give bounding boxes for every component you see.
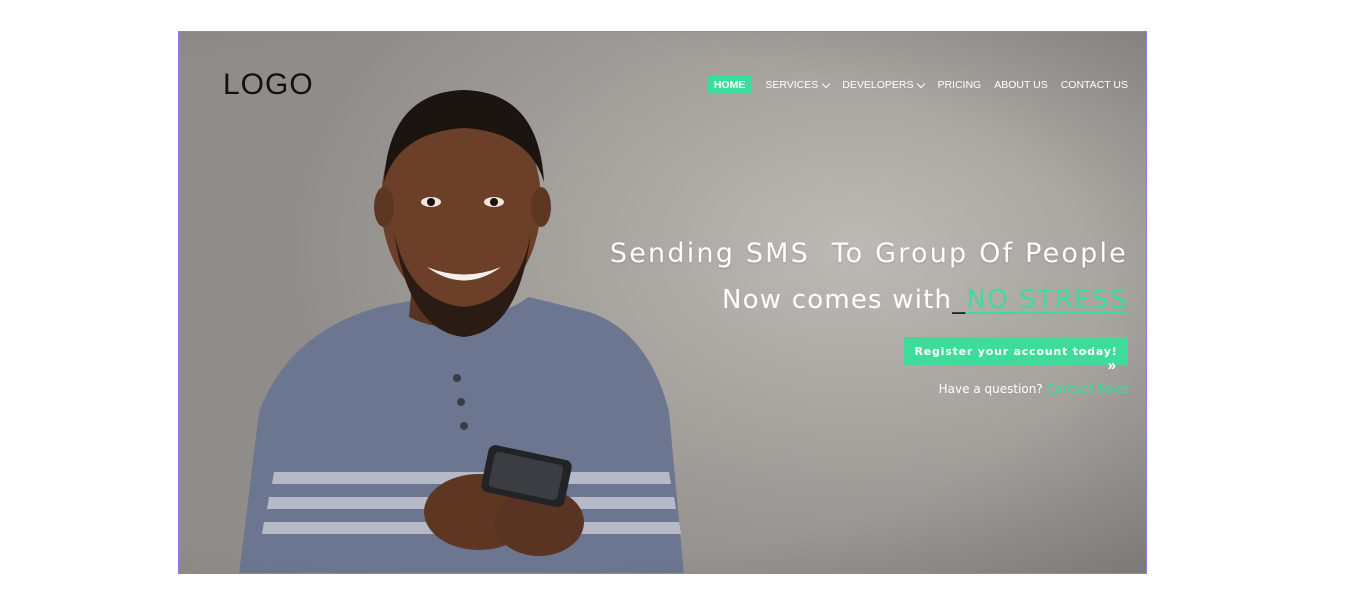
nav-item-about-us[interactable]: ABOUT US — [994, 79, 1047, 91]
chevron-down-icon — [822, 79, 831, 88]
contact-sales-link[interactable]: Contact Sales — [1047, 382, 1129, 396]
chevron-down-icon — [917, 79, 926, 88]
nav-item-label: SERVICES — [765, 79, 819, 91]
hero-subline: Now comes with_NO STRESS — [722, 285, 1128, 315]
hero-section: LOGO HOME SERVICES DEVELOPERS PRICING AB… — [178, 31, 1147, 574]
nav-item-label: DEVELOPERS — [842, 79, 914, 91]
hero-headline: Sending SMS To Group Of People — [609, 238, 1128, 269]
site-logo[interactable]: LOGO — [223, 68, 314, 102]
double-chevron-right-icon: » — [1107, 357, 1116, 374]
hero-subline-prefix: Now comes with — [722, 285, 953, 315]
nav-item-developers[interactable]: DEVELOPERS — [842, 79, 926, 91]
hero-subline-underscore: _ — [952, 285, 967, 315]
hero-highlight: NO STRESS — [966, 285, 1128, 315]
main-nav: HOME SERVICES DEVELOPERS PRICING ABOUT U… — [706, 76, 1128, 94]
question-text: Have a question? — [938, 382, 1043, 396]
register-button[interactable]: Register your account today! — [904, 337, 1128, 365]
nav-item-services[interactable]: SERVICES — [765, 79, 831, 91]
contact-prompt: Have a question? Contact Sales — [939, 382, 1129, 396]
nav-item-home[interactable]: HOME — [706, 76, 753, 94]
nav-item-label: PRICING — [937, 79, 982, 91]
nav-item-label: CONTACT US — [1060, 79, 1128, 91]
register-button-label: Register your account today! — [914, 344, 1118, 358]
nav-item-label: ABOUT US — [994, 79, 1048, 91]
nav-item-contact-us[interactable]: CONTACT US — [1061, 79, 1128, 91]
nav-item-label: HOME — [713, 79, 746, 91]
nav-item-pricing[interactable]: PRICING — [937, 79, 981, 91]
